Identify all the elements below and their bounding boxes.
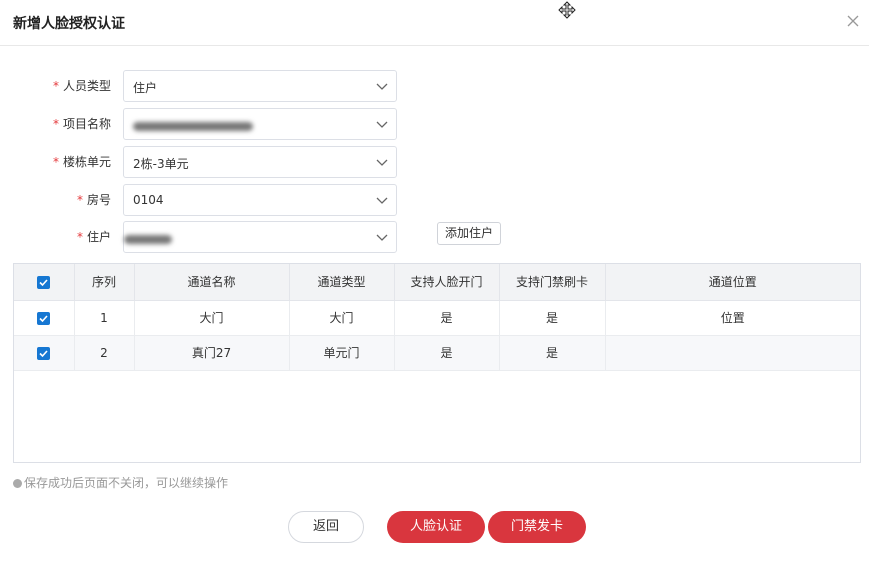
chevron-down-icon (376, 234, 388, 241)
auth-dialog: 新增人脸授权认证 *人员类型 住户 *项目名称 *楼栋单元 2栋-3单元 (0, 0, 869, 566)
info-dot-icon (13, 479, 22, 488)
select-value: 住户 (133, 81, 158, 95)
channel-location (605, 335, 860, 371)
project-name-select[interactable] (123, 108, 397, 140)
face-support: 是 (394, 335, 500, 371)
chevron-down-icon (376, 83, 388, 90)
table-header-row: 序列 通道名称 通道类型 支持人脸开门 支持门禁刷卡 通道位置 (14, 264, 860, 301)
chevron-down-icon (376, 159, 388, 166)
row-select-cell (14, 300, 75, 336)
check-icon (39, 349, 48, 357)
field-resident: * 住户 (0, 221, 869, 253)
field-label: * 项目名称 (52, 117, 111, 131)
field-building-unit: * 楼栋单元 2栋-3单元 (0, 146, 869, 178)
field-label: * 楼栋单元 (52, 155, 111, 169)
select-all-checkbox[interactable] (37, 275, 51, 289)
column-header: 支持门禁刷卡 (499, 264, 606, 301)
person-type-select[interactable]: 住户 (123, 70, 397, 102)
close-icon[interactable] (845, 13, 861, 29)
field-project-name: * 项目名称 (0, 108, 869, 140)
face-auth-button[interactable]: 人脸认证 (387, 511, 485, 543)
select-value: 0104 (133, 193, 164, 207)
field-room-number: * 房号 0104 (0, 184, 869, 216)
row-checkbox[interactable] (37, 311, 51, 325)
dialog-header: 新增人脸授权认证 (0, 0, 869, 46)
card-issue-button[interactable]: 门禁发卡 (488, 511, 586, 543)
column-header: 通道名称 (134, 264, 290, 301)
select-value: 2栋-3单元 (133, 157, 189, 171)
column-header: 通道类型 (289, 264, 395, 301)
back-button[interactable]: 返回 (288, 511, 364, 543)
channel-table: 序列 通道名称 通道类型 支持人脸开门 支持门禁刷卡 通道位置 1 大门 大门 … (13, 263, 861, 463)
card-support: 是 (499, 300, 606, 336)
channel-type: 大门 (289, 300, 395, 336)
chevron-down-icon (376, 197, 388, 204)
field-label: * 住户 (76, 230, 111, 244)
dialog-title: 新增人脸授权认证 (13, 16, 125, 32)
table-row[interactable]: 1 大门 大门 是 是 位置 (14, 300, 860, 336)
field-label: * 人员类型 (52, 79, 111, 93)
building-unit-select[interactable]: 2栋-3单元 (123, 146, 397, 178)
room-number-select[interactable]: 0104 (123, 184, 397, 216)
channel-type: 单元门 (289, 335, 395, 371)
row-select-cell (14, 335, 75, 371)
channel-name: 大门 (134, 300, 290, 336)
column-header: 通道位置 (605, 264, 860, 301)
row-checkbox[interactable] (37, 346, 51, 360)
save-note: 保存成功后页面不关闭，可以继续操作 (13, 474, 228, 491)
move-cursor-icon (558, 1, 576, 19)
face-support: 是 (394, 300, 500, 336)
field-label: * 房号 (76, 193, 111, 207)
channel-name: 真门27 (134, 335, 290, 371)
redacted-value (133, 120, 253, 134)
check-icon (39, 314, 48, 322)
resident-select[interactable] (123, 221, 397, 253)
chevron-down-icon (376, 121, 388, 128)
column-header: 支持人脸开门 (394, 264, 500, 301)
row-index: 2 (74, 335, 135, 371)
field-person-type: * 人员类型 住户 (0, 70, 869, 102)
add-resident-button[interactable]: 添加住户 (437, 222, 501, 245)
card-support: 是 (499, 335, 606, 371)
row-index: 1 (74, 300, 135, 336)
check-icon (39, 279, 48, 286)
table-row[interactable]: 2 真门27 单元门 是 是 (14, 335, 860, 371)
select-all-cell (14, 264, 75, 301)
channel-location: 位置 (605, 300, 860, 336)
column-header: 序列 (74, 264, 135, 301)
redacted-value (124, 233, 172, 247)
